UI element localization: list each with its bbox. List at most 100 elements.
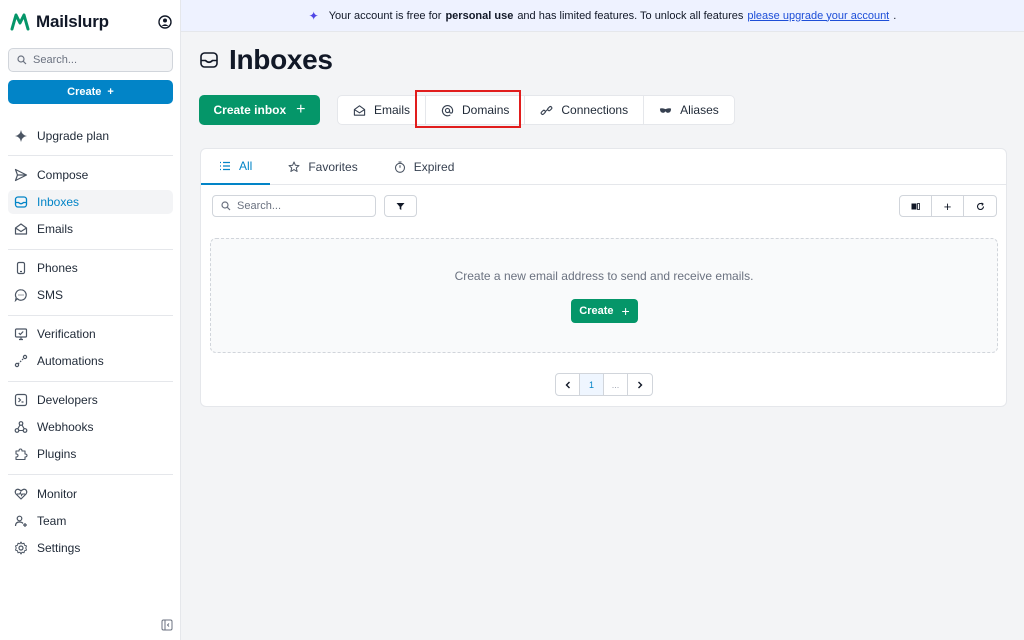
tab-expired-label: Expired xyxy=(413,160,455,174)
sidebar-divider xyxy=(8,155,173,156)
sidebar-item-settings[interactable]: Settings xyxy=(8,536,173,560)
inbox-search-input[interactable] xyxy=(237,200,367,212)
list-tools: + xyxy=(899,195,997,217)
chevron-left-icon xyxy=(565,381,570,388)
page-ellipsis: ... xyxy=(604,374,628,395)
search-icon xyxy=(17,55,27,65)
sidebar-divider xyxy=(8,315,173,316)
sidebar-create-button[interactable]: Create + xyxy=(8,80,173,104)
sidebar-item-label: Monitor xyxy=(37,487,78,501)
sidebar-item-label: Compose xyxy=(37,168,89,182)
terminal-icon xyxy=(14,393,28,407)
view-toggle-button[interactable] xyxy=(900,196,932,216)
tab-all[interactable]: All xyxy=(201,149,271,185)
sidebar-item-compose[interactable]: Compose xyxy=(8,163,173,187)
sidebar-item-label: Webhooks xyxy=(37,420,94,434)
inbox-icon xyxy=(200,52,218,68)
emails-button-label: Emails xyxy=(374,103,411,117)
connections-button-label: Connections xyxy=(561,103,629,117)
sidebar-item-inboxes[interactable]: Inboxes xyxy=(8,190,173,214)
sidebar: Mailslurp Create + Upgrade plan Compose … xyxy=(0,0,181,640)
plus-icon: + xyxy=(621,303,630,319)
plus-icon: + xyxy=(943,198,952,214)
inbox-search[interactable] xyxy=(212,195,376,217)
add-button[interactable]: + xyxy=(932,196,964,216)
monitor-check-icon xyxy=(14,328,28,341)
sidebar-item-label: SMS xyxy=(37,288,64,302)
sidebar-divider xyxy=(8,474,173,475)
brand[interactable]: Mailslurp xyxy=(10,12,109,32)
sidebar-item-automations[interactable]: Automations xyxy=(8,349,173,373)
tab-expired[interactable]: Expired xyxy=(376,149,473,185)
gear-icon xyxy=(15,541,27,555)
upgrade-link[interactable]: please upgrade your account xyxy=(747,10,889,22)
sparkle-icon: ✦ xyxy=(308,8,319,23)
filter-button[interactable] xyxy=(384,195,417,217)
sidebar-item-monitor[interactable]: Monitor xyxy=(8,482,173,506)
search-icon xyxy=(221,201,231,211)
user-account-icon[interactable] xyxy=(158,15,172,29)
banner-bold: personal use xyxy=(445,9,514,22)
banner-prefix: Your account is free for xyxy=(328,9,442,22)
list-icon xyxy=(220,161,230,171)
sidebar-item-team[interactable]: Team xyxy=(8,509,173,533)
sidebar-item-plugins[interactable]: Plugins xyxy=(8,442,173,466)
refresh-icon xyxy=(976,202,984,210)
empty-create-button[interactable]: Create + xyxy=(571,299,638,323)
refresh-button[interactable] xyxy=(964,196,996,216)
sidebar-divider xyxy=(8,249,173,250)
collapse-sidebar-icon[interactable] xyxy=(161,619,173,631)
sidebar-item-developers[interactable]: Developers xyxy=(8,388,173,412)
sidebar-item-webhooks[interactable]: Webhooks xyxy=(8,415,173,439)
columns-icon xyxy=(911,202,920,210)
sidebar-divider xyxy=(8,381,173,382)
emails-button[interactable]: Emails xyxy=(338,96,427,124)
chevron-right-icon xyxy=(638,381,643,388)
sidebar-item-label: Developers xyxy=(37,393,98,407)
sidebar-item-label: Plugins xyxy=(37,447,77,461)
page-title-text: Inboxes xyxy=(229,44,333,75)
sidebar-item-phones[interactable]: Phones xyxy=(8,256,173,280)
inbox-section-tabs: Emails Domains Connections Aliases xyxy=(337,95,735,125)
sidebar-item-label: Inboxes xyxy=(37,195,80,209)
prev-page-button[interactable] xyxy=(556,374,580,395)
sidebar-item-upgrade-plan[interactable]: Upgrade plan xyxy=(8,124,173,148)
sidebar-item-label: Automations xyxy=(37,354,104,368)
sidebar-search-input[interactable] xyxy=(33,54,163,66)
envelope-open-icon xyxy=(14,223,28,235)
next-page-button[interactable] xyxy=(628,374,652,395)
inbox-list-card: All Favorites Expired + Create a new ema… xyxy=(200,148,1007,407)
sidebar-item-emails[interactable]: Emails xyxy=(8,217,173,241)
empty-state-text: Create a new email address to send and r… xyxy=(454,269,754,283)
connections-button[interactable]: Connections xyxy=(525,96,645,124)
heartbeat-icon xyxy=(14,488,28,500)
automation-icon xyxy=(14,354,28,368)
create-inbox-button[interactable]: Create inbox + xyxy=(199,95,320,125)
tab-favorites[interactable]: Favorites xyxy=(270,149,375,185)
sidebar-create-label: Create xyxy=(67,86,102,98)
puzzle-icon xyxy=(15,448,28,461)
empty-state: Create a new email address to send and r… xyxy=(210,238,998,353)
inbox-filter-tabs: All Favorites Expired xyxy=(201,149,1006,185)
upgrade-banner: ✦ Your account is free for personal use … xyxy=(181,0,1024,32)
sidebar-item-verification[interactable]: Verification xyxy=(8,322,173,346)
sidebar-item-sms[interactable]: SMS xyxy=(8,283,173,307)
banner-middle: and has limited features. To unlock all … xyxy=(517,9,744,22)
plus-icon: + xyxy=(107,86,114,98)
page-title: Inboxes xyxy=(199,44,333,76)
page-button[interactable]: 1 xyxy=(580,374,604,395)
plus-icon: + xyxy=(296,101,306,118)
create-inbox-label: Create inbox xyxy=(213,103,287,117)
inbox-icon xyxy=(14,196,28,208)
envelope-open-icon xyxy=(353,104,366,116)
aliases-button[interactable]: Aliases xyxy=(644,96,734,124)
empty-create-label: Create xyxy=(579,305,614,317)
tab-all-label: All xyxy=(239,159,253,173)
sidebar-item-label: Team xyxy=(37,514,67,528)
webhook-icon xyxy=(14,421,28,433)
link-icon xyxy=(541,105,553,115)
pagination: 1 ... xyxy=(555,373,653,396)
send-icon xyxy=(14,168,28,182)
sidebar-search[interactable] xyxy=(8,48,173,72)
tab-favorites-label: Favorites xyxy=(308,160,358,174)
